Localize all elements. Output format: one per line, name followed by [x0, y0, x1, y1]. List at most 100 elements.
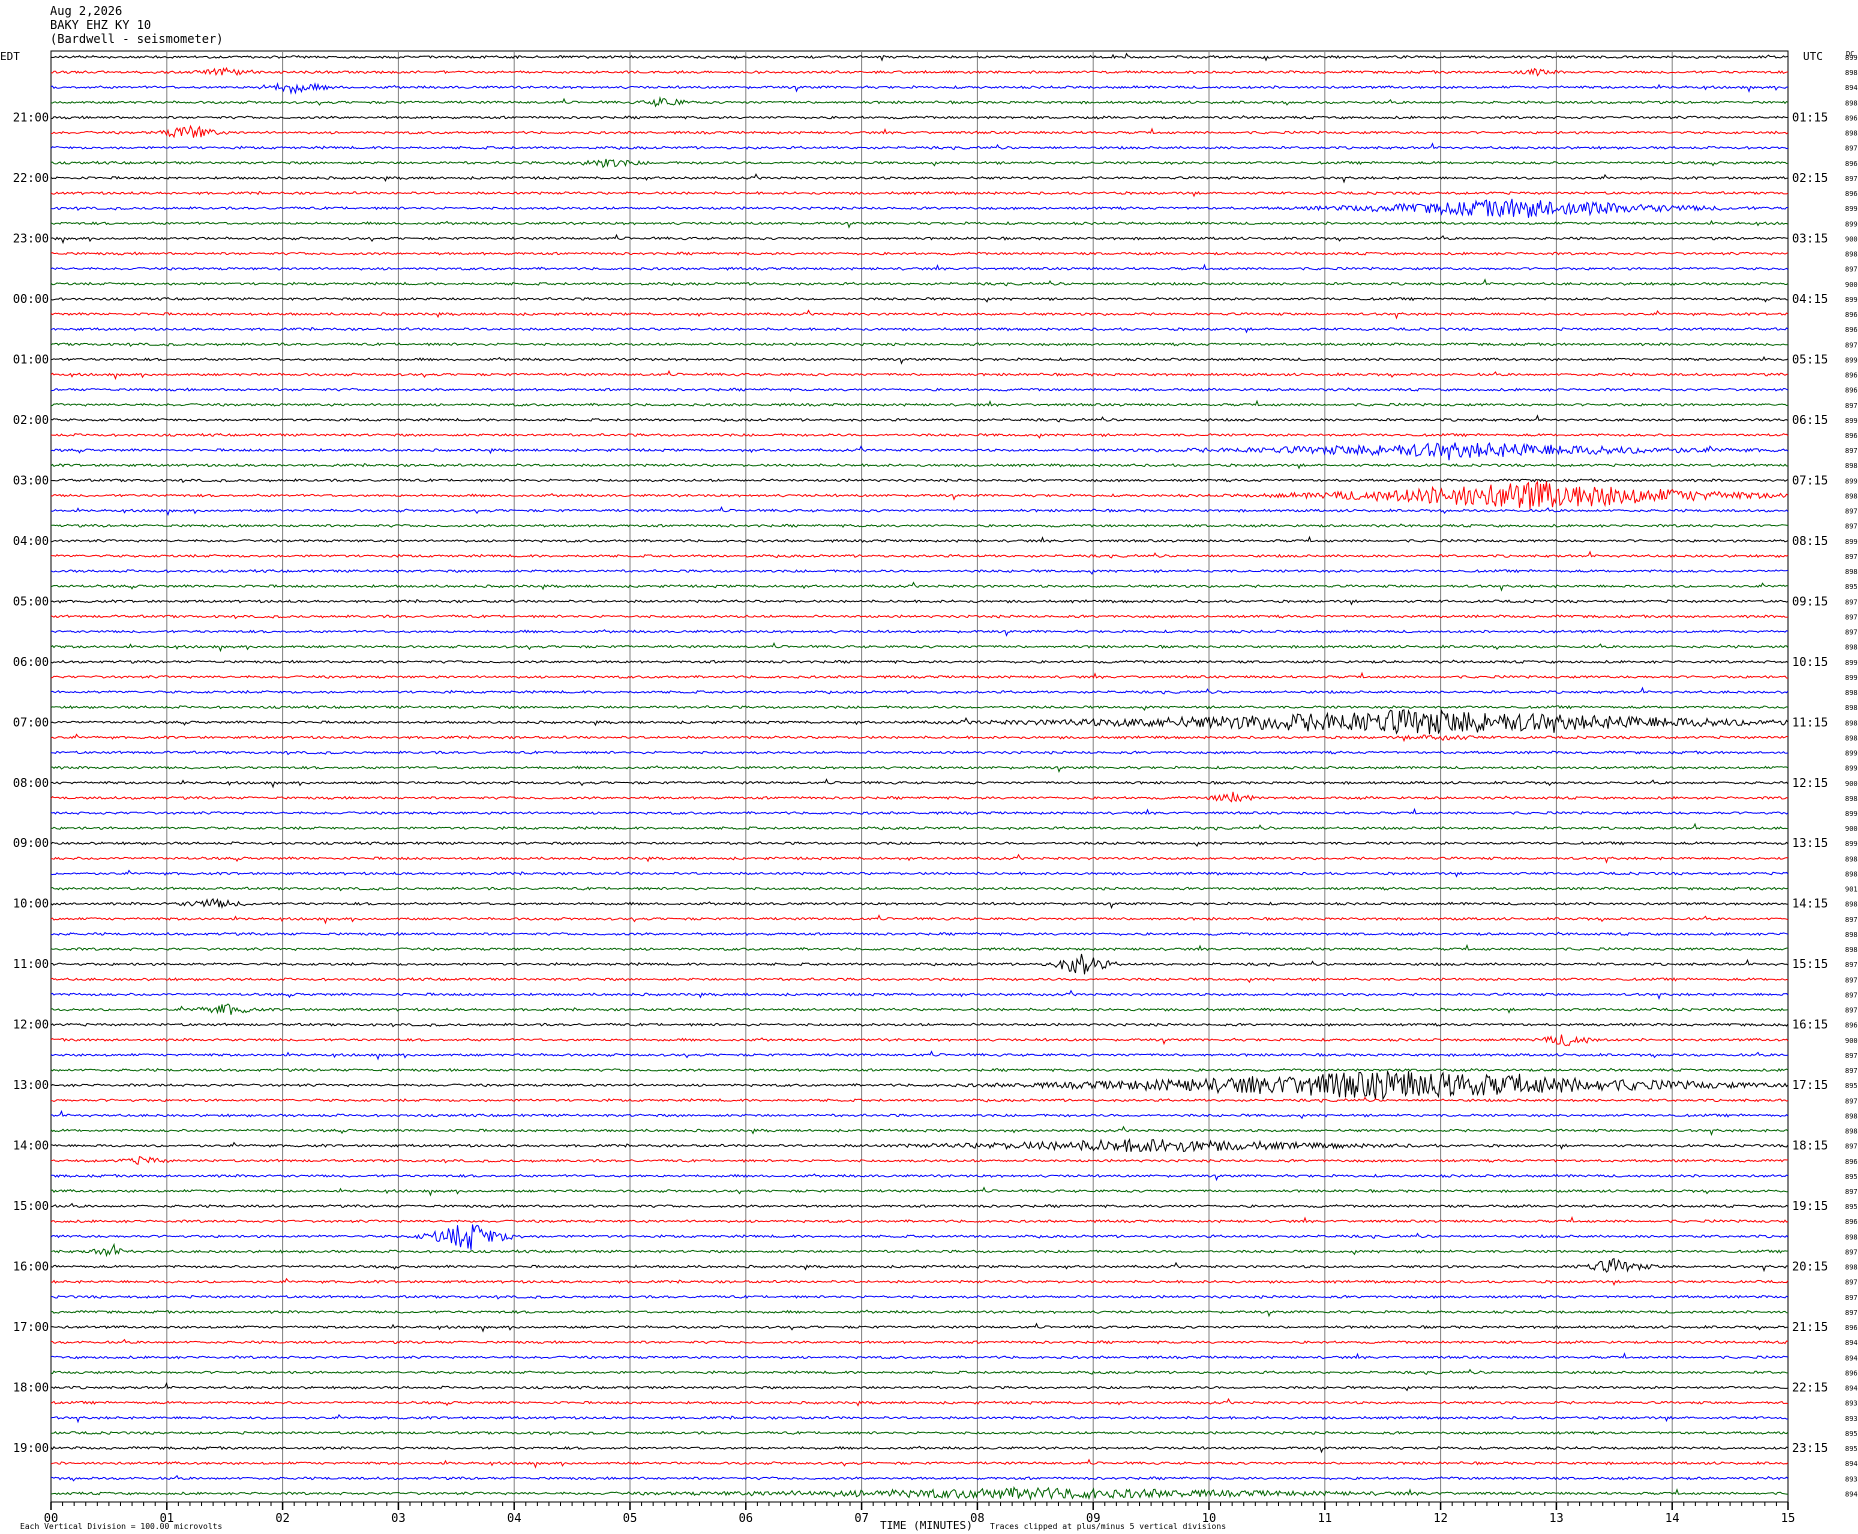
trace-row [50, 309, 1789, 320]
x-tick-label: 05 [623, 1511, 637, 1525]
x-tick-label: 03 [391, 1511, 405, 1525]
trace-row [50, 581, 1789, 592]
right-timezone-label: UTC [1803, 50, 1823, 63]
trace-row [50, 599, 1789, 606]
right-hour-label: 18:15 [1792, 1139, 1828, 1153]
trace-row [50, 1368, 1788, 1375]
trace-row [50, 977, 1789, 984]
right-hour-label: 08:15 [1792, 534, 1828, 548]
xaxis-title: TIME (MINUTES) [880, 1519, 973, 1532]
trace-row [50, 1109, 1789, 1120]
left-hour-label: 22:00 [13, 171, 49, 185]
right-hour-label: 04:15 [1792, 292, 1828, 306]
dc-offset-label: 898 [1845, 462, 1858, 470]
trace-row [50, 326, 1789, 334]
trace-row [50, 1485, 1789, 1501]
trace-row [50, 1430, 1789, 1436]
dc-offset-label: 897 [1845, 1097, 1858, 1105]
left-hour-label: 05:00 [13, 594, 49, 608]
right-hour-label: 11:15 [1792, 715, 1828, 729]
dc-offset-label: 899 [1845, 296, 1858, 304]
trace-row [50, 989, 1789, 1001]
dc-offset-label: 896 [1845, 1218, 1858, 1226]
x-tick-label: 02 [275, 1511, 289, 1525]
trace-row [50, 853, 1789, 864]
trace-row [51, 523, 1789, 528]
trace-row [50, 1125, 1789, 1137]
trace-row [50, 1202, 1789, 1209]
trace-row [50, 1138, 1789, 1153]
dc-offset-label: 897 [1845, 1248, 1858, 1256]
left-hour-label: 16:00 [13, 1260, 49, 1274]
dc-offset-label: 898 [1845, 99, 1858, 107]
left-hour-label: 00:00 [13, 292, 49, 306]
left-hour-label: 19:00 [13, 1441, 49, 1455]
seismogram-plot: 00 01 02 03 04 05 06 07 08 09 10 11 12 13 14 1589989889… [0, 50, 1858, 1532]
trace-row [50, 943, 1788, 952]
dc-offset-label: 898 [1845, 251, 1858, 259]
trace-row [50, 251, 1789, 256]
dc-offset-label: 899 [1845, 810, 1858, 818]
trace-row [50, 442, 1789, 461]
dc-offset-label: 897 [1845, 613, 1858, 621]
right-hour-label: 17:15 [1792, 1078, 1828, 1092]
dc-offset-label: 898 [1845, 1112, 1858, 1120]
scale-note: Each Vertical Division = 100.00 microvol… [20, 1522, 222, 1531]
dc-offset-label: 897 [1845, 976, 1858, 984]
trace-row [50, 278, 1789, 287]
trace-row [50, 399, 1789, 407]
trace-row [50, 66, 1789, 77]
dc-offset-label: 898 [1845, 130, 1858, 138]
trace-row [50, 462, 1789, 470]
left-hour-label: 07:00 [13, 715, 49, 729]
dc-offset-label: 894 [1845, 1339, 1858, 1347]
clip-note: Traces clipped at plus/minus 5 vertical … [990, 1522, 1226, 1531]
right-hour-label: 03:15 [1792, 231, 1828, 245]
dc-offset-label: 896 [1845, 387, 1858, 395]
dc-offset-label: 898 [1845, 870, 1858, 878]
right-hour-label: 13:15 [1792, 836, 1828, 850]
dc-offset-label: 897 [1845, 1067, 1858, 1075]
dc-offset-label: 894 [1845, 84, 1858, 92]
trace-row [50, 198, 1788, 218]
dc-offset-label: 897 [1845, 1007, 1858, 1015]
right-hour-label: 22:15 [1792, 1381, 1828, 1395]
dc-offset-label: 895 [1845, 1430, 1858, 1438]
right-hour-label: 20:15 [1792, 1260, 1828, 1274]
trace-row [50, 1003, 1789, 1015]
trace-row [50, 96, 1789, 108]
dc-offset-label: 895 [1845, 1173, 1858, 1181]
dc-offset-label: 897 [1845, 916, 1858, 924]
trace-row [50, 671, 1789, 680]
trace-row [50, 1322, 1789, 1333]
left-hour-label: 01:00 [13, 352, 49, 366]
trace-row [50, 659, 1789, 665]
trace-row [50, 115, 1789, 120]
dc-offset-label: 897 [1845, 266, 1858, 274]
dc-offset-label: 897 [1845, 145, 1858, 153]
dc-offset-label: 896 [1845, 1022, 1858, 1030]
dc-offset-label: 898 [1845, 69, 1858, 77]
trace-row [50, 822, 1789, 831]
dc-offset-label: 897 [1845, 447, 1858, 455]
x-tick-label: 15 [1781, 1511, 1795, 1525]
dc-offset-label: 897 [1845, 629, 1858, 637]
left-hour-label: 15:00 [13, 1199, 49, 1213]
trace-row [50, 550, 1789, 559]
dc-offset-label: 898 [1845, 734, 1858, 742]
trace-row [50, 1155, 1789, 1165]
dc-offset-label: 898 [1845, 704, 1858, 712]
trace-row [50, 535, 1789, 543]
dc-offset-label: 895 [1845, 1445, 1858, 1453]
left-timezone-label: EDT [0, 50, 20, 63]
dc-offset-label: 893 [1845, 1415, 1858, 1423]
trace-row [50, 1096, 1789, 1103]
dc-offset-label: 899 [1845, 840, 1858, 848]
dc-offset-label: 897 [1845, 553, 1858, 561]
dc-offset-label: 897 [1845, 991, 1858, 999]
right-hour-label: 05:15 [1792, 352, 1828, 366]
dc-offset-label: 896 [1845, 432, 1858, 440]
dc-offset-label: 896 [1845, 190, 1858, 198]
trace-row [50, 886, 1789, 892]
trace-row [50, 1022, 1789, 1028]
